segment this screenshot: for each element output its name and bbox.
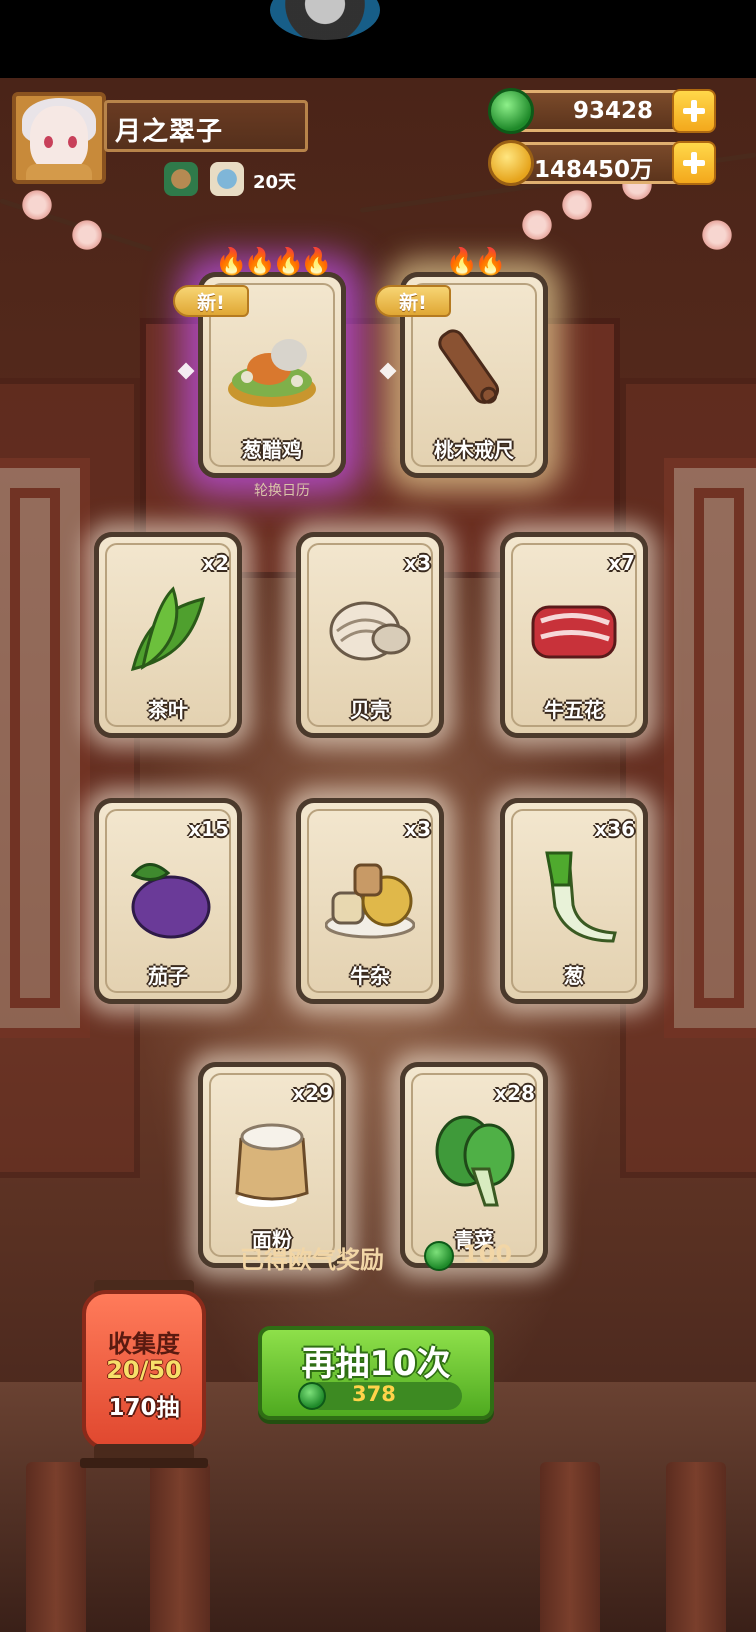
draw-cost: 378 [352,1382,396,1406]
flame-rating-icon: 🔥🔥🔥🔥 [215,247,333,277]
jade-coin-icon [488,88,534,134]
collection-progress: 20/50 [106,1356,182,1384]
card-name: 牛五花 [544,698,604,722]
mascot-logo-icon [270,0,380,40]
shell-icon [329,601,411,661]
add-jade-button[interactable] [672,89,716,133]
flame-rating-icon: 🔥🔥 [445,247,507,277]
gold-coin-icon [488,140,534,186]
player-avatar[interactable] [12,92,106,184]
ingredient-card[interactable]: x3 牛杂 [296,798,444,1004]
card-name: 桃木戒尺 [434,438,514,462]
card-count: x28 [494,1081,535,1105]
card-name: 葱醋鸡 [242,438,302,462]
card-name: 茶叶 [148,698,188,722]
right-door [620,378,756,1178]
jade-amount: 93428 [572,98,653,124]
player-name-box[interactable]: 月之翠子 [104,100,308,152]
rice-bowl-status-icon[interactable] [210,162,244,196]
card-count: x7 [608,551,635,575]
card-name: 牛杂 [350,964,390,988]
blossom [70,218,104,252]
card-count: x15 [188,817,229,841]
add-gold-button[interactable] [672,141,716,185]
fence-post [540,1462,600,1632]
new-badge: 新! [375,285,451,317]
reward-label: 已得欧气奖励 [240,1246,384,1274]
peach-wood-ruler-icon [438,329,500,404]
avatar-body [26,164,92,180]
featured-card-1[interactable]: 🔥🔥🔥🔥 新! 葱醋鸡 [173,247,346,478]
card-name: 茄子 [148,964,188,988]
blossom [560,188,594,222]
blossom [700,218,734,252]
draw-again-button[interactable]: 再抽10次 378 [258,1326,494,1420]
tea-leaf-icon [130,586,206,672]
jade-coin-icon [424,1241,454,1271]
collection-title: 收集度 [108,1330,180,1358]
blossom [520,208,554,242]
ingredient-card[interactable]: x28 青菜 [400,1062,548,1268]
avatar-eye [44,136,53,148]
braised-chicken-pot-icon [228,339,316,407]
ingredient-card[interactable]: x2 茶叶 [94,532,242,738]
jade-coin-icon [298,1382,326,1410]
flour-sack-icon [235,1123,309,1207]
ingredient-card[interactable]: x3 贝壳 [296,532,444,738]
card-count: x3 [404,551,431,575]
fence-post [666,1462,726,1632]
ingredient-card[interactable]: x36 葱 [500,798,648,1004]
beef-belly-icon [531,605,617,659]
rotation-calendar-label: 轮换日历 [254,483,310,499]
eggplant-icon [130,863,211,939]
draw-again-label: 再抽10次 [301,1344,451,1384]
collection-lantern[interactable]: 收集度 20/50 170抽 [82,1290,206,1450]
fence-post [150,1462,210,1632]
gold-amount: 148450万 [533,157,653,183]
avatar-eye [68,136,77,148]
card-count: x29 [292,1081,333,1105]
card-count: x3 [404,817,431,841]
left-door [0,378,140,1178]
chef-status-icon[interactable] [164,162,198,196]
card-name: 葱 [564,964,584,988]
card-count: x2 [202,551,229,575]
login-days: 20天 [253,172,297,193]
ingredient-card[interactable]: x7 牛五花 [500,532,648,738]
total-draws: 170抽 [108,1395,180,1421]
lantern-stand [80,1458,208,1468]
bok-choy-icon [435,1115,515,1207]
ingredient-card[interactable]: x29 面粉 [198,1062,346,1268]
avatar-face [30,106,88,172]
reward-value: 100 [462,1240,513,1268]
scallion-icon [545,851,617,943]
card-count: x36 [594,817,635,841]
featured-card-2[interactable]: 🔥🔥 新! 桃木戒尺 [375,247,548,478]
blossom [20,188,54,222]
ingredient-card[interactable]: x15 茄子 [94,798,242,1004]
new-badge: 新! [173,285,249,317]
card-name: 贝壳 [350,698,390,722]
player-name: 月之翠子 [115,117,224,147]
top-bar [0,0,756,78]
beef-offal-icon [325,863,415,939]
fence-post [26,1462,86,1632]
